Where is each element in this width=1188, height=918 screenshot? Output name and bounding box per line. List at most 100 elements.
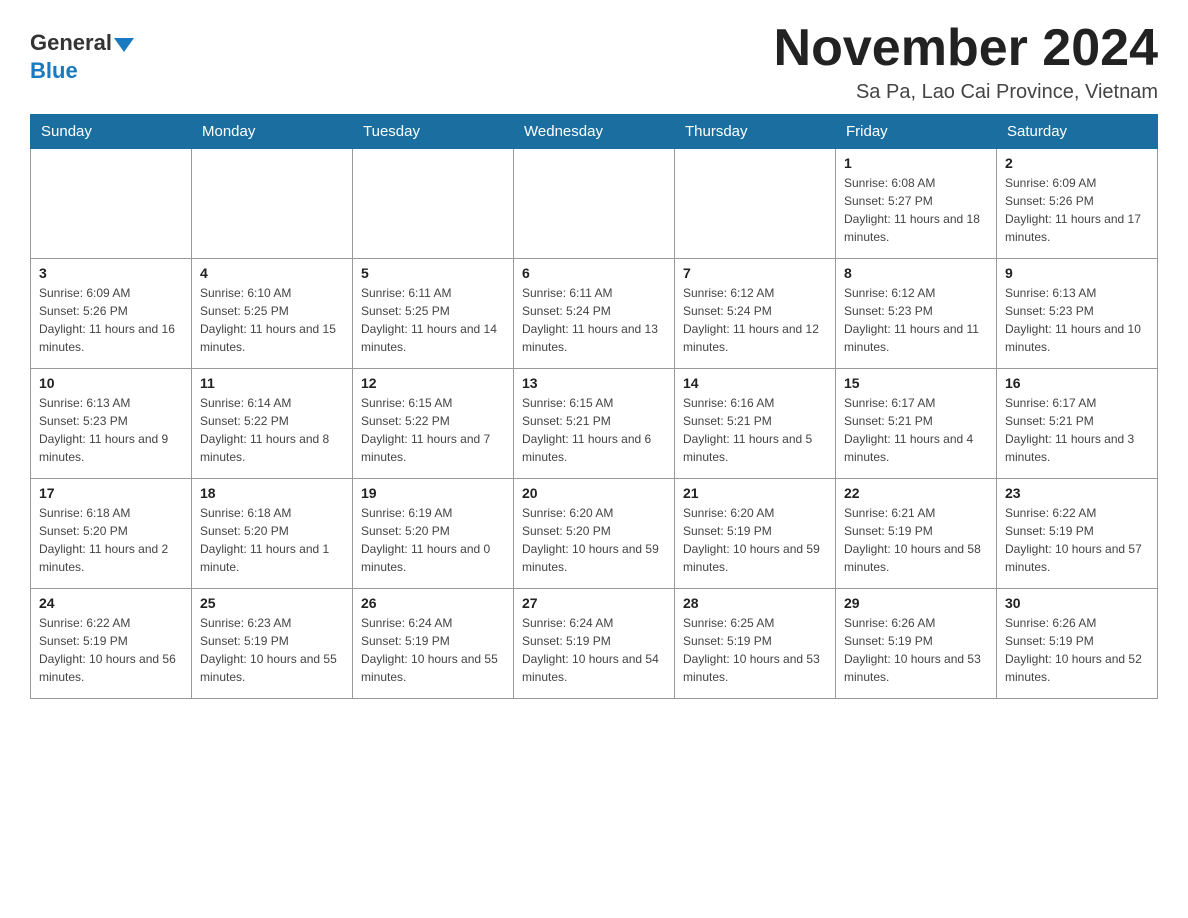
day-info-line: Daylight: 10 hours and 59 minutes. <box>522 540 666 576</box>
day-info-line: Sunset: 5:19 PM <box>522 632 666 650</box>
day-info-line: Sunset: 5:26 PM <box>39 302 183 320</box>
logo: General Blue <box>30 30 134 84</box>
day-info-line: Daylight: 11 hours and 8 minutes. <box>200 430 344 466</box>
day-info-line: Daylight: 11 hours and 9 minutes. <box>39 430 183 466</box>
day-info-line: Sunset: 5:20 PM <box>39 522 183 540</box>
day-info-line: Sunrise: 6:22 AM <box>1005 504 1149 522</box>
header-thursday: Thursday <box>675 115 836 149</box>
day-info-line: Sunrise: 6:19 AM <box>361 504 505 522</box>
calendar-cell: 15Sunrise: 6:17 AMSunset: 5:21 PMDayligh… <box>836 369 997 479</box>
calendar-cell: 27Sunrise: 6:24 AMSunset: 5:19 PMDayligh… <box>514 589 675 699</box>
day-info-line: Daylight: 11 hours and 4 minutes. <box>844 430 988 466</box>
day-number: 10 <box>39 375 183 391</box>
day-info-line: Sunset: 5:23 PM <box>844 302 988 320</box>
calendar-cell: 12Sunrise: 6:15 AMSunset: 5:22 PMDayligh… <box>353 369 514 479</box>
day-info-line: Daylight: 11 hours and 7 minutes. <box>361 430 505 466</box>
day-info-line: Sunset: 5:24 PM <box>683 302 827 320</box>
week-row-5: 24Sunrise: 6:22 AMSunset: 5:19 PMDayligh… <box>31 589 1158 699</box>
calendar-cell: 28Sunrise: 6:25 AMSunset: 5:19 PMDayligh… <box>675 589 836 699</box>
day-info-line: Daylight: 11 hours and 0 minutes. <box>361 540 505 576</box>
calendar-cell: 21Sunrise: 6:20 AMSunset: 5:19 PMDayligh… <box>675 479 836 589</box>
day-info-line: Daylight: 11 hours and 13 minutes. <box>522 320 666 356</box>
day-info-line: Daylight: 10 hours and 55 minutes. <box>361 650 505 686</box>
day-info-line: Sunset: 5:20 PM <box>200 522 344 540</box>
day-number: 29 <box>844 595 988 611</box>
day-number: 18 <box>200 485 344 501</box>
header-monday: Monday <box>192 115 353 149</box>
day-info-line: Sunrise: 6:22 AM <box>39 614 183 632</box>
header-friday: Friday <box>836 115 997 149</box>
day-info-line: Sunset: 5:19 PM <box>200 632 344 650</box>
day-info-line: Sunrise: 6:17 AM <box>1005 394 1149 412</box>
day-info-line: Sunset: 5:27 PM <box>844 192 988 210</box>
day-info-line: Sunset: 5:23 PM <box>1005 302 1149 320</box>
day-number: 21 <box>683 485 827 501</box>
calendar-cell <box>192 149 353 259</box>
day-info-line: Daylight: 11 hours and 12 minutes. <box>683 320 827 356</box>
calendar-cell <box>31 149 192 259</box>
day-info-line: Daylight: 11 hours and 1 minute. <box>200 540 344 576</box>
day-info-line: Sunset: 5:21 PM <box>844 412 988 430</box>
day-number: 3 <box>39 265 183 281</box>
logo-blue-text: Blue <box>30 58 78 84</box>
day-info-line: Sunrise: 6:13 AM <box>39 394 183 412</box>
day-info-line: Sunset: 5:21 PM <box>683 412 827 430</box>
month-title: November 2024 <box>774 20 1158 77</box>
calendar-cell: 2Sunrise: 6:09 AMSunset: 5:26 PMDaylight… <box>997 149 1158 259</box>
day-number: 13 <box>522 375 666 391</box>
day-info-line: Sunset: 5:19 PM <box>844 522 988 540</box>
location-subtitle: Sa Pa, Lao Cai Province, Vietnam <box>774 81 1158 104</box>
day-info-line: Sunset: 5:22 PM <box>361 412 505 430</box>
calendar-cell: 7Sunrise: 6:12 AMSunset: 5:24 PMDaylight… <box>675 259 836 369</box>
calendar-cell: 19Sunrise: 6:19 AMSunset: 5:20 PMDayligh… <box>353 479 514 589</box>
day-info-line: Sunrise: 6:20 AM <box>683 504 827 522</box>
calendar-cell: 1Sunrise: 6:08 AMSunset: 5:27 PMDaylight… <box>836 149 997 259</box>
day-info-line: Sunrise: 6:15 AM <box>361 394 505 412</box>
day-info-line: Sunset: 5:19 PM <box>1005 522 1149 540</box>
calendar-cell <box>675 149 836 259</box>
day-number: 20 <box>522 485 666 501</box>
day-number: 2 <box>1005 155 1149 171</box>
calendar-cell: 10Sunrise: 6:13 AMSunset: 5:23 PMDayligh… <box>31 369 192 479</box>
week-row-3: 10Sunrise: 6:13 AMSunset: 5:23 PMDayligh… <box>31 369 1158 479</box>
day-number: 25 <box>200 595 344 611</box>
day-info-line: Daylight: 10 hours and 56 minutes. <box>39 650 183 686</box>
day-info-line: Sunset: 5:21 PM <box>1005 412 1149 430</box>
logo-triangle-icon <box>114 38 134 52</box>
day-info-line: Sunrise: 6:18 AM <box>39 504 183 522</box>
day-info-line: Sunset: 5:21 PM <box>522 412 666 430</box>
day-number: 30 <box>1005 595 1149 611</box>
day-info-line: Sunrise: 6:24 AM <box>522 614 666 632</box>
day-info-line: Sunrise: 6:21 AM <box>844 504 988 522</box>
day-info-line: Daylight: 11 hours and 16 minutes. <box>39 320 183 356</box>
day-number: 4 <box>200 265 344 281</box>
header-wednesday: Wednesday <box>514 115 675 149</box>
calendar-cell: 29Sunrise: 6:26 AMSunset: 5:19 PMDayligh… <box>836 589 997 699</box>
calendar-cell: 6Sunrise: 6:11 AMSunset: 5:24 PMDaylight… <box>514 259 675 369</box>
calendar-cell: 26Sunrise: 6:24 AMSunset: 5:19 PMDayligh… <box>353 589 514 699</box>
day-number: 17 <box>39 485 183 501</box>
page-header: General Blue November 2024 Sa Pa, Lao Ca… <box>30 20 1158 104</box>
day-info-line: Sunrise: 6:26 AM <box>1005 614 1149 632</box>
day-number: 14 <box>683 375 827 391</box>
day-info-line: Daylight: 10 hours and 54 minutes. <box>522 650 666 686</box>
day-info-line: Daylight: 10 hours and 53 minutes. <box>683 650 827 686</box>
calendar-cell <box>353 149 514 259</box>
calendar-cell: 11Sunrise: 6:14 AMSunset: 5:22 PMDayligh… <box>192 369 353 479</box>
day-info-line: Daylight: 11 hours and 2 minutes. <box>39 540 183 576</box>
day-info-line: Sunrise: 6:09 AM <box>1005 174 1149 192</box>
day-info-line: Sunrise: 6:14 AM <box>200 394 344 412</box>
week-row-1: 1Sunrise: 6:08 AMSunset: 5:27 PMDaylight… <box>31 149 1158 259</box>
day-number: 16 <box>1005 375 1149 391</box>
week-row-2: 3Sunrise: 6:09 AMSunset: 5:26 PMDaylight… <box>31 259 1158 369</box>
day-info-line: Sunrise: 6:08 AM <box>844 174 988 192</box>
day-info-line: Daylight: 10 hours and 59 minutes. <box>683 540 827 576</box>
calendar-cell: 22Sunrise: 6:21 AMSunset: 5:19 PMDayligh… <box>836 479 997 589</box>
day-info-line: Daylight: 10 hours and 53 minutes. <box>844 650 988 686</box>
day-number: 26 <box>361 595 505 611</box>
calendar-cell: 18 Sunrise: 6:18 AMSunset: 5:20 PMDayligh… <box>192 479 353 589</box>
day-info-line: Sunset: 5:25 PM <box>200 302 344 320</box>
day-info-line: Sunset: 5:26 PM <box>1005 192 1149 210</box>
day-info-line: Sunrise: 6:18 AM <box>200 504 344 522</box>
day-number: 23 <box>1005 485 1149 501</box>
